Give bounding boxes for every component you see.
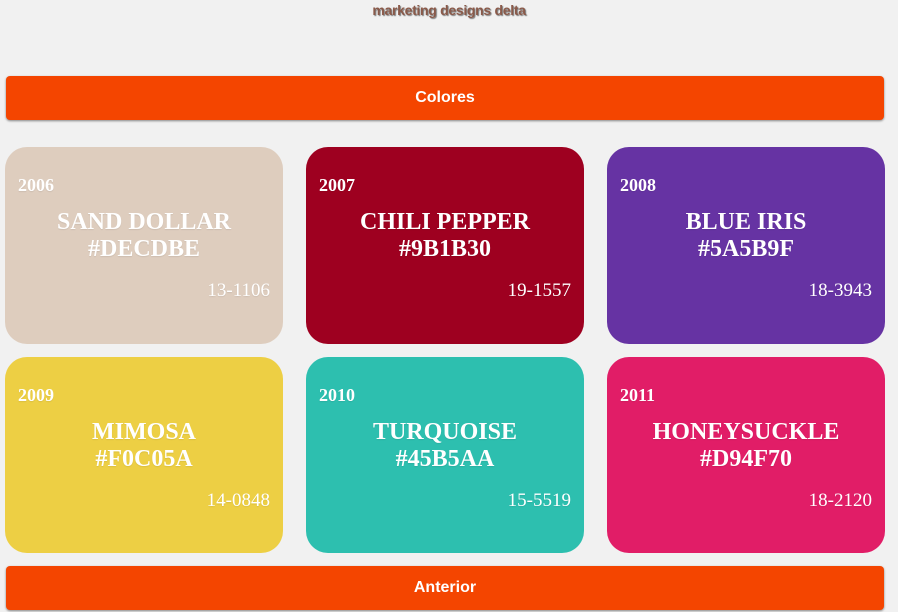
color-name: SAND DOLLAR [56, 209, 232, 235]
color-card-grid: 2006 SAND DOLLAR #DECDBE 13-1106 2007 CH… [5, 147, 885, 553]
color-year: 2009 [18, 385, 54, 405]
color-year: 2011 [620, 385, 656, 405]
color-title: TURQUOISE #45B5AA [306, 419, 584, 473]
page: marketing designs delta Colores 2006 SAN… [0, 0, 898, 612]
color-title: MIMOSA #F0C05A [5, 419, 283, 473]
color-code: 15-5519 [507, 490, 571, 511]
color-card[interactable]: 2009 MIMOSA #F0C05A 14-0848 [5, 357, 283, 553]
color-code: 18-2120 [808, 490, 872, 511]
colores-button[interactable]: Colores [6, 76, 884, 120]
logo-text: marketing designs delta [372, 2, 526, 18]
color-name: MIMOSA [92, 419, 196, 445]
color-year: 2007 [319, 175, 355, 195]
color-card[interactable]: 2010 TURQUOISE #45B5AA 15-5519 [306, 357, 584, 553]
color-year: 2010 [319, 385, 355, 405]
color-name: BLUE IRIS [685, 209, 807, 235]
color-card[interactable]: 2006 SAND DOLLAR #DECDBE 13-1106 [5, 147, 283, 344]
color-card[interactable]: 2011 HONEYSUCKLE #D94F70 18-2120 [607, 357, 885, 553]
color-hex: #F0C05A [95, 446, 193, 472]
color-hex: #DECDBE [87, 236, 201, 262]
color-hex: #5A5B9F [698, 236, 794, 262]
color-code: 19-1557 [507, 280, 571, 301]
color-title: SAND DOLLAR #DECDBE [5, 209, 283, 263]
anterior-button[interactable]: Anterior [6, 566, 884, 610]
color-code: 18-3943 [808, 280, 872, 301]
logo[interactable]: marketing designs delta [0, 0, 898, 20]
color-hex: #9B1B30 [398, 236, 491, 262]
color-year: 2008 [620, 175, 656, 195]
color-year: 2006 [18, 175, 54, 195]
color-hex: #D94F70 [700, 446, 792, 472]
color-card[interactable]: 2007 CHILI PEPPER #9B1B30 19-1557 [306, 147, 584, 344]
color-code: 13-1106 [207, 280, 270, 301]
color-hex: #45B5AA [395, 446, 495, 472]
color-title: HONEYSUCKLE #D94F70 [607, 419, 885, 473]
color-title: CHILI PEPPER #9B1B30 [306, 209, 584, 263]
color-name: TURQUOISE [372, 419, 518, 445]
color-title: BLUE IRIS #5A5B9F [607, 209, 885, 263]
color-card[interactable]: 2008 BLUE IRIS #5A5B9F 18-3943 [607, 147, 885, 344]
color-name: CHILI PEPPER [359, 209, 530, 235]
color-name: HONEYSUCKLE [652, 419, 840, 445]
color-code: 14-0848 [206, 490, 270, 511]
